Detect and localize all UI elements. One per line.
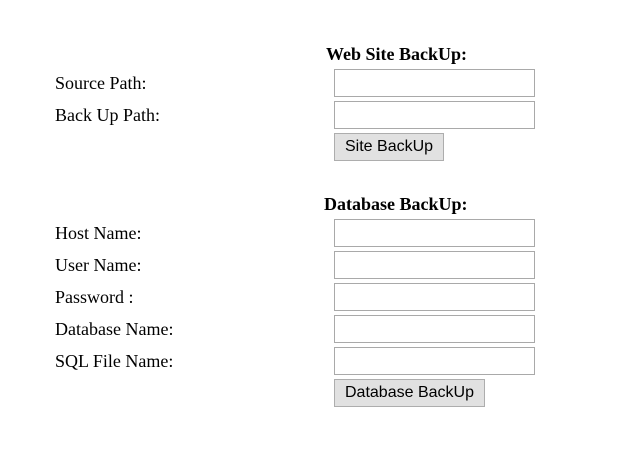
sql-file-name-label: SQL File Name: (55, 351, 174, 371)
host-name-label: Host Name: (55, 223, 142, 243)
user-name-label: User Name: (55, 255, 142, 275)
host-name-input[interactable] (334, 219, 535, 247)
source-path-input[interactable] (334, 69, 535, 97)
sql-file-name-input[interactable] (334, 347, 535, 375)
backup-path-input[interactable] (334, 101, 535, 129)
site-backup-button[interactable]: Site BackUp (334, 133, 445, 161)
password-label: Password : (55, 287, 134, 307)
database-backup-button[interactable]: Database BackUp (334, 379, 485, 407)
backup-path-label: Back Up Path: (55, 105, 160, 125)
site-backup-heading: Web Site BackUp: (326, 44, 468, 64)
database-name-label: Database Name: (55, 319, 174, 339)
source-path-label: Source Path: (55, 73, 147, 93)
database-name-input[interactable] (334, 315, 535, 343)
user-name-input[interactable] (334, 251, 535, 279)
password-input[interactable] (334, 283, 535, 311)
database-backup-heading: Database BackUp: (324, 194, 468, 214)
